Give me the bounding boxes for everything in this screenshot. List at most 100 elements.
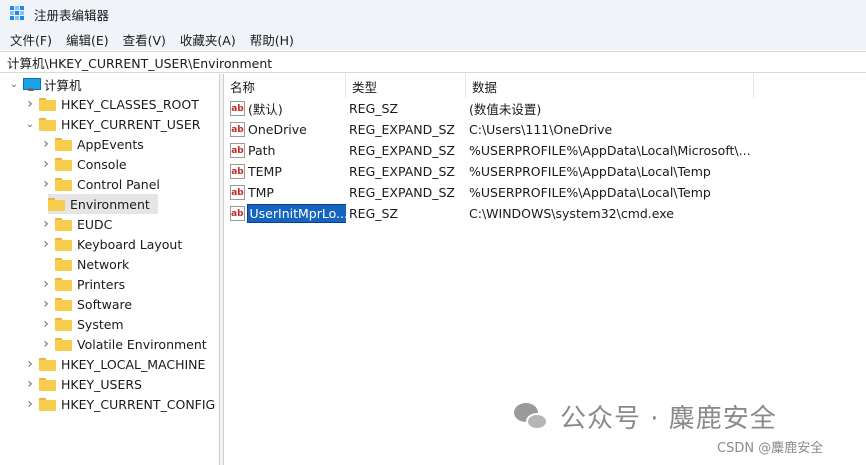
folder-icon — [39, 117, 56, 131]
folder-icon — [55, 277, 72, 291]
value-name: TMP — [248, 185, 274, 200]
chevron-right-icon[interactable]: › — [24, 96, 36, 112]
folder-icon — [55, 137, 72, 151]
window-title: 注册表编辑器 — [34, 7, 110, 23]
tree-item[interactable]: › Software — [40, 294, 132, 314]
value-type: REG_EXPAND_SZ — [349, 185, 455, 200]
value-row[interactable]: ab UserInitMprLo... REG_SZ C:\WINDOWS\syste… — [224, 203, 866, 224]
tree-item[interactable]: › HKEY_LOCAL_MACHINE — [24, 354, 205, 374]
chevron-right-icon[interactable]: › — [40, 276, 52, 292]
tree-item[interactable]: › HKEY_CLASSES_ROOT — [24, 94, 199, 114]
tree-item[interactable]: › Keyboard Layout — [40, 234, 182, 254]
chevron-down-icon[interactable]: ⌄ — [8, 78, 20, 90]
menu-file[interactable]: 文件(F) — [10, 30, 52, 49]
tree-item[interactable]: Environment — [48, 194, 158, 214]
chevron-right-icon[interactable]: › — [40, 236, 52, 252]
tree-item-label: Control Panel — [77, 176, 160, 192]
string-value-icon: ab — [230, 143, 245, 158]
tree-item-label: EUDC — [77, 216, 113, 232]
tree-item[interactable]: Network — [40, 254, 129, 274]
string-value-icon: ab — [230, 164, 245, 179]
folder-icon — [55, 157, 72, 171]
tree-item[interactable]: › System — [40, 314, 124, 334]
tree-item[interactable]: › Console — [40, 154, 127, 174]
chevron-right-icon[interactable]: › — [24, 376, 36, 392]
column-data-header[interactable]: 数据 — [466, 74, 754, 98]
tree-item-label: Keyboard Layout — [77, 236, 183, 252]
value-row[interactable]: ab TEMP REG_EXPAND_SZ %USERPROFILE%\AppData… — [224, 161, 866, 182]
value-row[interactable]: ab TMP REG_EXPAND_SZ %USERPROFILE%\AppData\… — [224, 182, 866, 203]
tree-item[interactable]: › Control Panel — [40, 174, 160, 194]
folder-icon — [39, 397, 56, 411]
tree-item-label: HKEY_CURRENT_CONFIG — [61, 396, 216, 412]
tree-item[interactable]: › Printers — [40, 274, 125, 294]
value-data: (数值未设置) — [469, 102, 542, 117]
value-type: REG_EXPAND_SZ — [349, 143, 455, 158]
value-name: OneDrive — [248, 122, 307, 137]
tree-item-label: System — [77, 316, 124, 332]
chevron-right-icon[interactable]: › — [40, 296, 52, 312]
tree-item[interactable]: › HKEY_CURRENT_CONFIG — [24, 394, 215, 414]
tree-item-label: HKEY_CLASSES_ROOT — [61, 96, 199, 112]
tree-item[interactable]: › EUDC — [40, 214, 112, 234]
watermark-text: 公众号 · 麋鹿安全 — [560, 404, 777, 434]
tree-item-label: Console — [77, 156, 127, 172]
value-name-cell[interactable]: ab TMP — [224, 182, 346, 203]
folder-icon — [55, 217, 72, 231]
value-data: %USERPROFILE%\AppData\Local\Temp — [469, 185, 711, 200]
value-name-cell[interactable]: ab (默认) — [224, 98, 346, 119]
column-name-header[interactable]: 名称 — [224, 74, 346, 98]
folder-icon — [55, 237, 72, 251]
chevron-right-icon[interactable]: › — [40, 156, 52, 172]
regedit-icon — [10, 6, 26, 22]
column-type-header[interactable]: 类型 — [346, 74, 466, 98]
chevron-right-icon[interactable]: › — [40, 316, 52, 332]
menu-help[interactable]: 帮助(H) — [250, 30, 294, 49]
chevron-right-icon[interactable]: › — [40, 176, 52, 192]
list-header: 名称 类型 数据 — [224, 74, 866, 98]
tree-pane[interactable]: ⌄ 计算机 › HKEY_CLASSES_ROOT ⌄ HKEY_CURRENT_US… — [0, 74, 219, 465]
tree-item[interactable]: › Volatile Environment — [40, 334, 207, 354]
chevron-right-icon[interactable]: › — [40, 336, 52, 352]
tree-item-label: Software — [77, 296, 133, 312]
value-row[interactable]: ab (默认) REG_SZ (数值未设置) — [224, 98, 866, 119]
chevron-right-icon[interactable]: › — [40, 216, 52, 232]
value-name: TEMP — [248, 164, 282, 179]
folder-icon — [39, 377, 56, 391]
folder-icon — [55, 297, 72, 311]
tree-root[interactable]: ⌄ 计算机 — [8, 74, 82, 94]
chevron-right-icon[interactable]: › — [24, 396, 36, 412]
folder-icon — [48, 197, 65, 211]
value-data: C:\Users\111\OneDrive — [469, 122, 613, 137]
string-value-icon: ab — [230, 122, 245, 137]
value-row[interactable]: ab OneDrive REG_EXPAND_SZ C:\Users\111\OneD… — [224, 119, 866, 140]
menu-edit[interactable]: 编辑(E) — [66, 30, 109, 49]
value-name-cell[interactable]: ab OneDrive — [224, 119, 346, 140]
value-type: REG_SZ — [349, 206, 399, 221]
folder-icon — [55, 317, 72, 331]
value-name-cell[interactable]: ab Path — [224, 140, 346, 161]
tree-item-label: Printers — [77, 276, 126, 292]
menu-view[interactable]: 查看(V) — [123, 30, 166, 49]
value-name-cell[interactable]: ab TEMP — [224, 161, 346, 182]
value-data: C:\WINDOWS\system32\cmd.exe — [469, 206, 674, 221]
address-bar[interactable]: 计算机\HKEY_CURRENT_USER\Environment — [0, 51, 866, 73]
value-type: REG_EXPAND_SZ — [349, 164, 455, 179]
watermark: 公众号 · 麋鹿安全 — [514, 398, 777, 435]
tree-item[interactable]: ⌄ HKEY_CURRENT_USER — [24, 114, 201, 134]
value-name-edit-field[interactable]: UserInitMprLo... — [246, 204, 346, 223]
chevron-down-icon[interactable]: ⌄ — [24, 118, 36, 130]
title-bar: 注册表编辑器 — [0, 0, 866, 28]
tree-item[interactable]: › HKEY_USERS — [24, 374, 142, 394]
tree-root-label: 计算机 — [44, 77, 82, 93]
value-data: %USERPROFILE%\AppData\Local\Microsoft\..… — [469, 143, 751, 158]
tree-item-label: Network — [77, 256, 130, 272]
computer-icon — [23, 77, 41, 91]
menu-favorites[interactable]: 收藏夹(A) — [180, 30, 236, 49]
chevron-right-icon[interactable]: › — [24, 356, 36, 372]
value-row[interactable]: ab Path REG_EXPAND_SZ %USERPROFILE%\AppData… — [224, 140, 866, 161]
value-name-cell[interactable]: ab UserInitMprLo... — [224, 203, 346, 224]
chevron-right-icon[interactable]: › — [40, 136, 52, 152]
tree-item[interactable]: › AppEvents — [40, 134, 144, 154]
